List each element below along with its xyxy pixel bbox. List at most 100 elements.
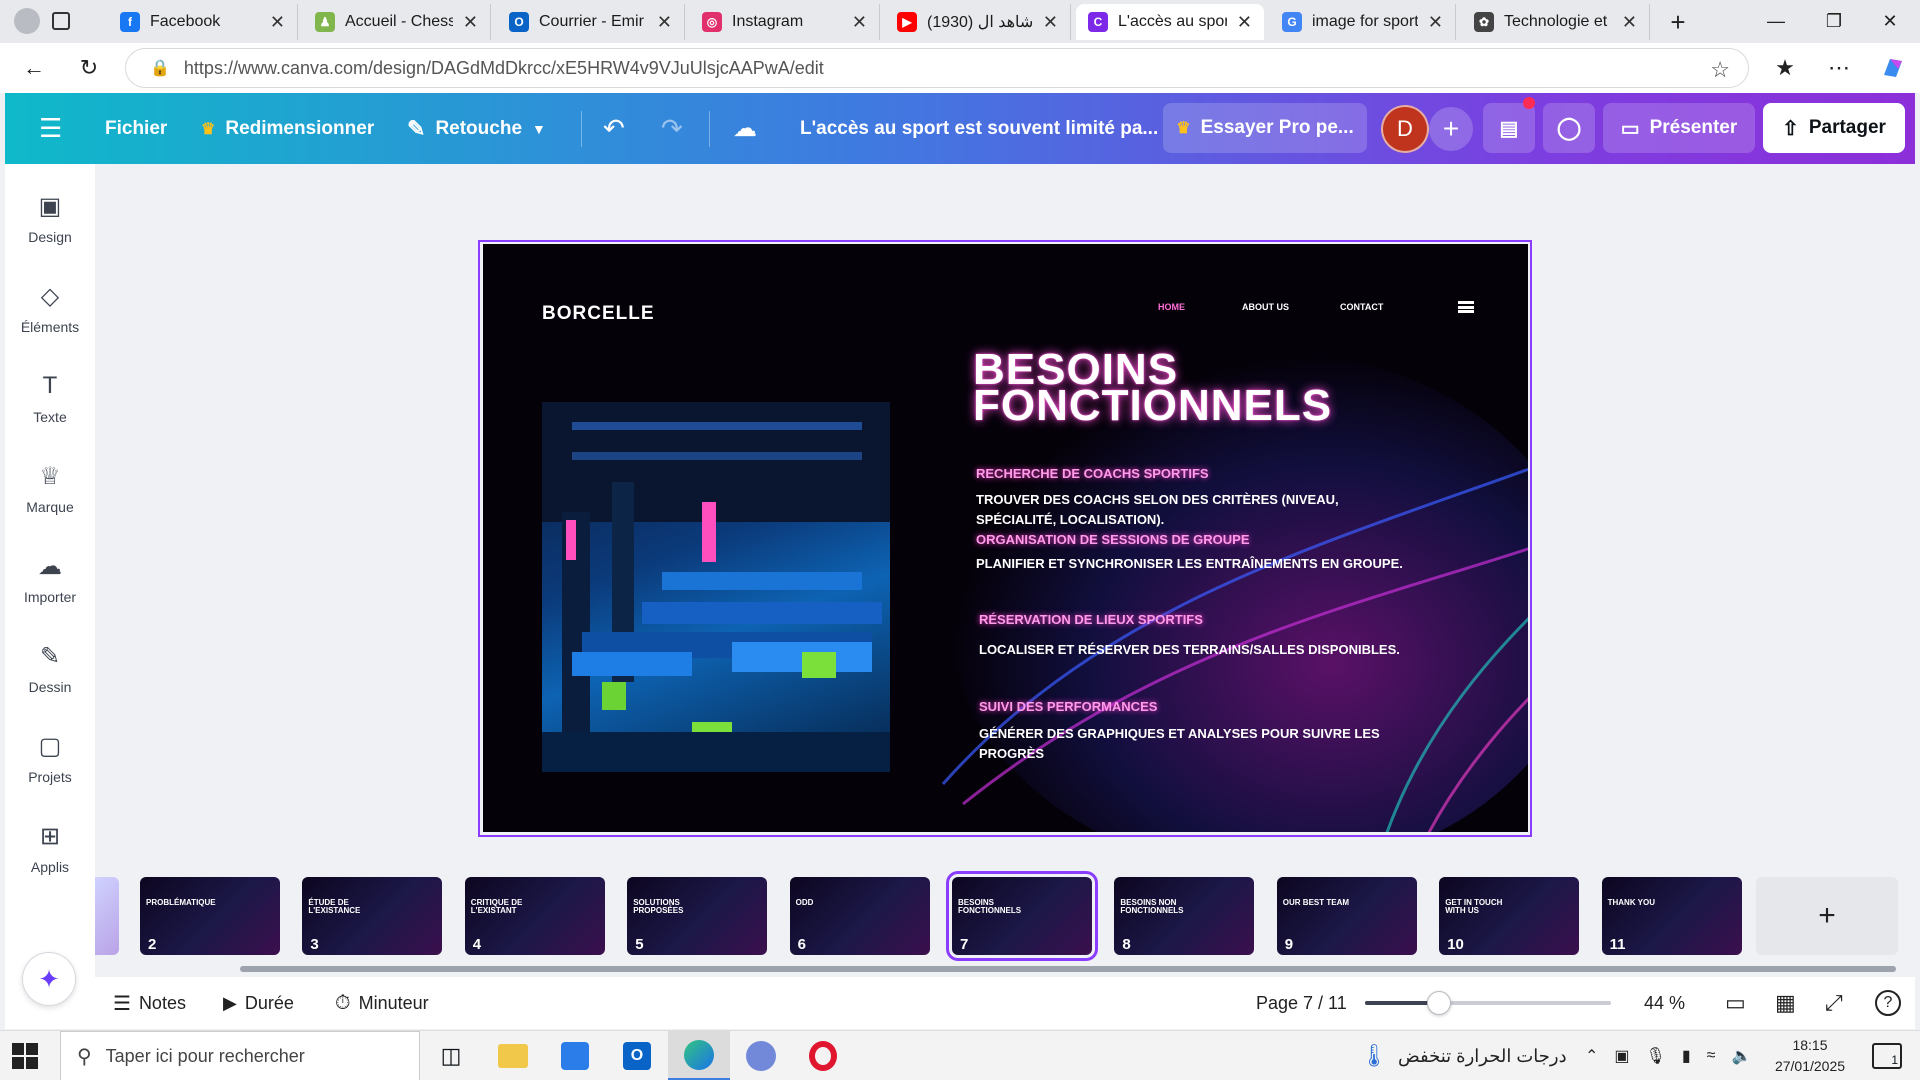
tab-actions-icon[interactable] — [52, 12, 70, 30]
zoom-level[interactable]: 44 % — [1644, 977, 1685, 1029]
chevron-up-icon[interactable]: ⌃ — [1585, 1046, 1598, 1066]
close-tab-icon[interactable]: ✕ — [657, 12, 672, 33]
sidebar-item[interactable]: ♕ Marque — [5, 448, 95, 528]
page-thumbnail[interactable]: THANK YOU 11 — [1601, 877, 1742, 955]
notes-button[interactable]: ☰ Notes — [113, 977, 186, 1029]
try-pro-button[interactable]: ♛ Essayer Pro pe... — [1163, 103, 1367, 153]
section-heading[interactable]: RECHERCHE DE COACHS SPORTIFS — [976, 466, 1209, 481]
windows-start-icon[interactable] — [12, 1043, 38, 1069]
close-tab-icon[interactable]: ✕ — [852, 12, 867, 33]
section-text[interactable]: TROUVER DES COACHS SELON DES CRITÈRES (N… — [976, 490, 1406, 530]
close-tab-icon[interactable]: ✕ — [1428, 12, 1443, 33]
add-page-button[interactable]: + — [1756, 877, 1898, 955]
sidebar-item[interactable]: T Texte — [5, 358, 95, 438]
back-icon[interactable]: ← — [17, 51, 51, 85]
browser-tab[interactable]: ◎ Instagram ✕ — [690, 4, 880, 40]
store-icon[interactable] — [544, 1031, 606, 1080]
pages-view-icon[interactable]: ▭ — [1725, 977, 1746, 1029]
section-text[interactable]: GÉNÉRER DES GRAPHIQUES ET ANALYSES POUR … — [979, 724, 1409, 764]
page-thumbnail[interactable]: GET IN TOUCH WITH US 10 — [1439, 877, 1580, 955]
browser-tab[interactable]: ♟ Accueil - Chess.co ✕ — [303, 4, 491, 40]
thumbnail-scrollbar[interactable] — [240, 966, 1896, 972]
weather-widget[interactable]: 🌡 درجات الحرارة تنخفض — [1360, 1031, 1567, 1080]
reload-icon[interactable]: ↻ — [72, 51, 106, 85]
sidebar-item[interactable]: ☁ Importer — [5, 538, 95, 618]
battery-icon[interactable]: ▮ — [1682, 1046, 1691, 1066]
opera-icon[interactable] — [792, 1031, 854, 1080]
undo-icon[interactable]: ↶ — [603, 93, 625, 164]
grid-view-icon[interactable]: ▦ — [1775, 977, 1796, 1029]
close-tab-icon[interactable]: ✕ — [463, 12, 478, 33]
section-heading[interactable]: SUIVI DES PERFORMANCES — [979, 699, 1157, 714]
sidebar-item[interactable]: ⊞ Applis — [5, 808, 95, 888]
more-options-icon[interactable]: ⋯ — [1822, 51, 1856, 85]
microphone-icon[interactable]: 🎙 — [1646, 1046, 1666, 1066]
favorite-star-icon[interactable]: ☆ — [1710, 57, 1730, 83]
nav-contact[interactable]: CONTACT — [1340, 302, 1383, 312]
new-tab-button[interactable]: + — [1658, 4, 1698, 40]
sidebar-item[interactable]: ◇ Éléments — [5, 268, 95, 348]
design-title[interactable]: L'accès au sport est souvent limité pa..… — [800, 93, 1158, 164]
file-explorer-icon[interactable] — [482, 1031, 544, 1080]
nav-home[interactable]: HOME — [1158, 302, 1185, 312]
resize-button[interactable]: ♛ Redimensionner — [201, 93, 374, 164]
zoom-slider-handle[interactable] — [1426, 991, 1451, 1015]
page-indicator[interactable]: Page 7 / 11 — [1256, 977, 1347, 1029]
close-tab-icon[interactable]: ✕ — [1043, 12, 1058, 33]
nav-about[interactable]: ABOUT US — [1242, 302, 1289, 312]
page-thumbnail[interactable]: ODD 6 — [789, 877, 930, 955]
close-tab-icon[interactable]: ✕ — [1622, 12, 1637, 33]
page-thumbnail[interactable]: ÉTUDE DE L'EXISTANCE 3 — [302, 877, 443, 955]
close-window-button[interactable]: ✕ — [1862, 0, 1918, 43]
cloud-saved-icon[interactable]: ☁ — [733, 93, 757, 164]
fullscreen-icon[interactable]: ⤢ — [1825, 977, 1843, 1029]
menu-icon[interactable]: ☰ — [39, 93, 62, 164]
help-icon[interactable]: ? — [1875, 977, 1901, 1029]
page-thumbnail[interactable]: SOLUTIONS PROPOSÉES 5 — [627, 877, 768, 955]
close-tab-icon[interactable]: ✕ — [270, 12, 285, 33]
retouche-button[interactable]: ✎ Retouche ▼ — [407, 93, 546, 164]
sidebar-item[interactable]: ▣ Design — [5, 178, 95, 258]
section-text[interactable]: LOCALISER ET RÉSERVER DES TERRAINS/SALLE… — [979, 640, 1409, 660]
user-avatar[interactable]: D — [1381, 105, 1429, 153]
timer-button[interactable]: ⏱ Minuteur — [335, 977, 429, 1029]
page-thumbnail[interactable]: BESOINS NON FONCTIONNELS 8 — [1114, 877, 1255, 955]
section-heading[interactable]: RÉSERVATION DE LIEUX SPORTIFS — [979, 612, 1203, 627]
minimize-button[interactable]: — — [1748, 0, 1804, 43]
sidebar-item[interactable]: ✎ Dessin — [5, 628, 95, 708]
thumbnail-partial[interactable] — [95, 877, 119, 955]
zoom-slider[interactable] — [1365, 991, 1611, 1015]
browser-tab[interactable]: ✿ Technologie et ac ✕ — [1462, 4, 1650, 40]
redo-icon[interactable]: ↷ — [661, 93, 683, 164]
add-collaborator-icon[interactable]: + — [1429, 107, 1473, 151]
url-field[interactable]: 🔒 https://www.canva.com/design/DAGdMdDkr… — [125, 48, 1749, 88]
slide-canvas[interactable]: BORCELLE HOME ABOUT US CONTACT BESOINS F… — [483, 244, 1528, 832]
browser-tab[interactable]: C L'accès au sport e ✕ — [1076, 4, 1264, 40]
page-thumbnail[interactable]: OUR BEST TEAM 9 — [1276, 877, 1417, 955]
present-button[interactable]: ▭ Présenter — [1603, 103, 1755, 153]
browser-tab[interactable]: O Courrier - Emir D ✕ — [497, 4, 685, 40]
close-tab-icon[interactable]: ✕ — [1237, 12, 1252, 33]
page-thumbnail[interactable]: CRITIQUE DE L'EXISTANT 4 — [464, 877, 605, 955]
share-button[interactable]: ⇧ Partager — [1763, 103, 1905, 153]
notifications-icon[interactable]: 1 — [1872, 1043, 1902, 1069]
edge-icon[interactable] — [668, 1031, 730, 1080]
discord-icon[interactable] — [730, 1031, 792, 1080]
hamburger-icon[interactable] — [1458, 301, 1474, 313]
volume-icon[interactable]: 🔈 — [1731, 1046, 1751, 1066]
restore-button[interactable]: ❐ — [1806, 0, 1862, 43]
taskbar-search[interactable]: ⚲ Taper ici pour rechercher — [60, 1031, 420, 1080]
clock[interactable]: 18:15 27/01/2025 — [1760, 1035, 1860, 1077]
copilot-icon[interactable] — [1876, 51, 1910, 85]
sidebar-item[interactable]: ▢ Projets — [5, 718, 95, 798]
device-icon[interactable]: ▣ — [1614, 1046, 1629, 1066]
task-view-icon[interactable]: ◫ — [420, 1031, 482, 1080]
tray-icons[interactable]: ⌃ ▣ 🎙 ▮ ≈ 🔈 — [1585, 1031, 1751, 1080]
file-menu[interactable]: Fichier — [105, 93, 167, 164]
profile-avatar[interactable] — [14, 8, 40, 34]
section-text[interactable]: PLANIFIER ET SYNCHRONISER LES ENTRAÎNEME… — [976, 554, 1406, 574]
magic-assistant-icon[interactable]: ✦ — [22, 952, 76, 1006]
gym-photo[interactable] — [542, 402, 890, 772]
browser-tab[interactable]: ▶ شاهد ال (1930) 🔴 ✕ — [885, 4, 1071, 40]
slide-title[interactable]: BESOINS FONCTIONNELS — [973, 348, 1332, 428]
